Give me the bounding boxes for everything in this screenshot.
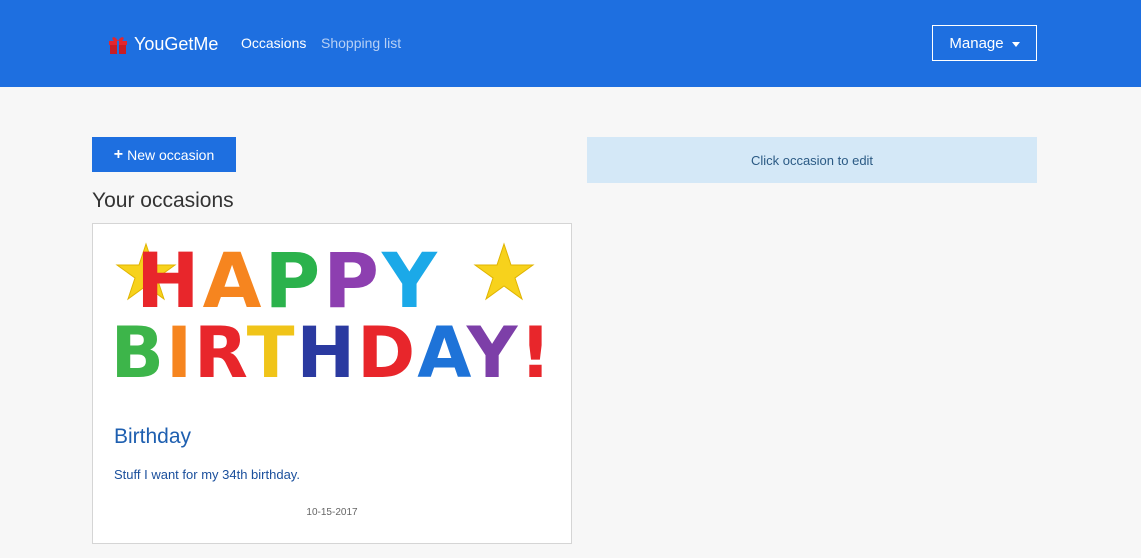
brand-name: YouGetMe bbox=[134, 33, 219, 54]
nav-occasions[interactable]: Occasions bbox=[241, 35, 306, 51]
star-right-icon bbox=[473, 242, 535, 301]
happy-birthday-banner: HAPPY BIRTHDAY! bbox=[111, 236, 554, 392]
new-occasion-button[interactable]: + New occasion bbox=[92, 137, 236, 172]
brand-logo[interactable]: YouGetMe bbox=[106, 31, 218, 57]
occasion-card[interactable]: HAPPY BIRTHDAY! Birthday Stuff I want fo… bbox=[92, 223, 572, 544]
occasion-title: Birthday bbox=[114, 425, 192, 448]
edit-hint-text: Click occasion to edit bbox=[750, 152, 874, 168]
section-title: Your occasions bbox=[92, 189, 234, 212]
edit-hint-alert: Click occasion to edit bbox=[587, 137, 1037, 183]
occasion-description: Stuff I want for my 34th birthday. bbox=[114, 467, 300, 482]
gift-icon bbox=[109, 37, 127, 54]
manage-label: Manage bbox=[949, 34, 1004, 52]
plus-icon: + bbox=[113, 145, 124, 163]
nav-shopping-list[interactable]: Shopping list bbox=[321, 35, 401, 51]
new-occasion-label: New occasion bbox=[127, 146, 215, 163]
svg-text:BIRTHDAY!: BIRTHDAY! bbox=[111, 312, 554, 392]
manage-dropdown-button[interactable]: Manage bbox=[932, 25, 1037, 61]
top-navbar: YouGetMe Occasions Shopping list Manage bbox=[0, 0, 1141, 87]
caret-down-icon bbox=[1011, 41, 1020, 47]
occasion-date: 10-15-2017 bbox=[306, 507, 358, 518]
